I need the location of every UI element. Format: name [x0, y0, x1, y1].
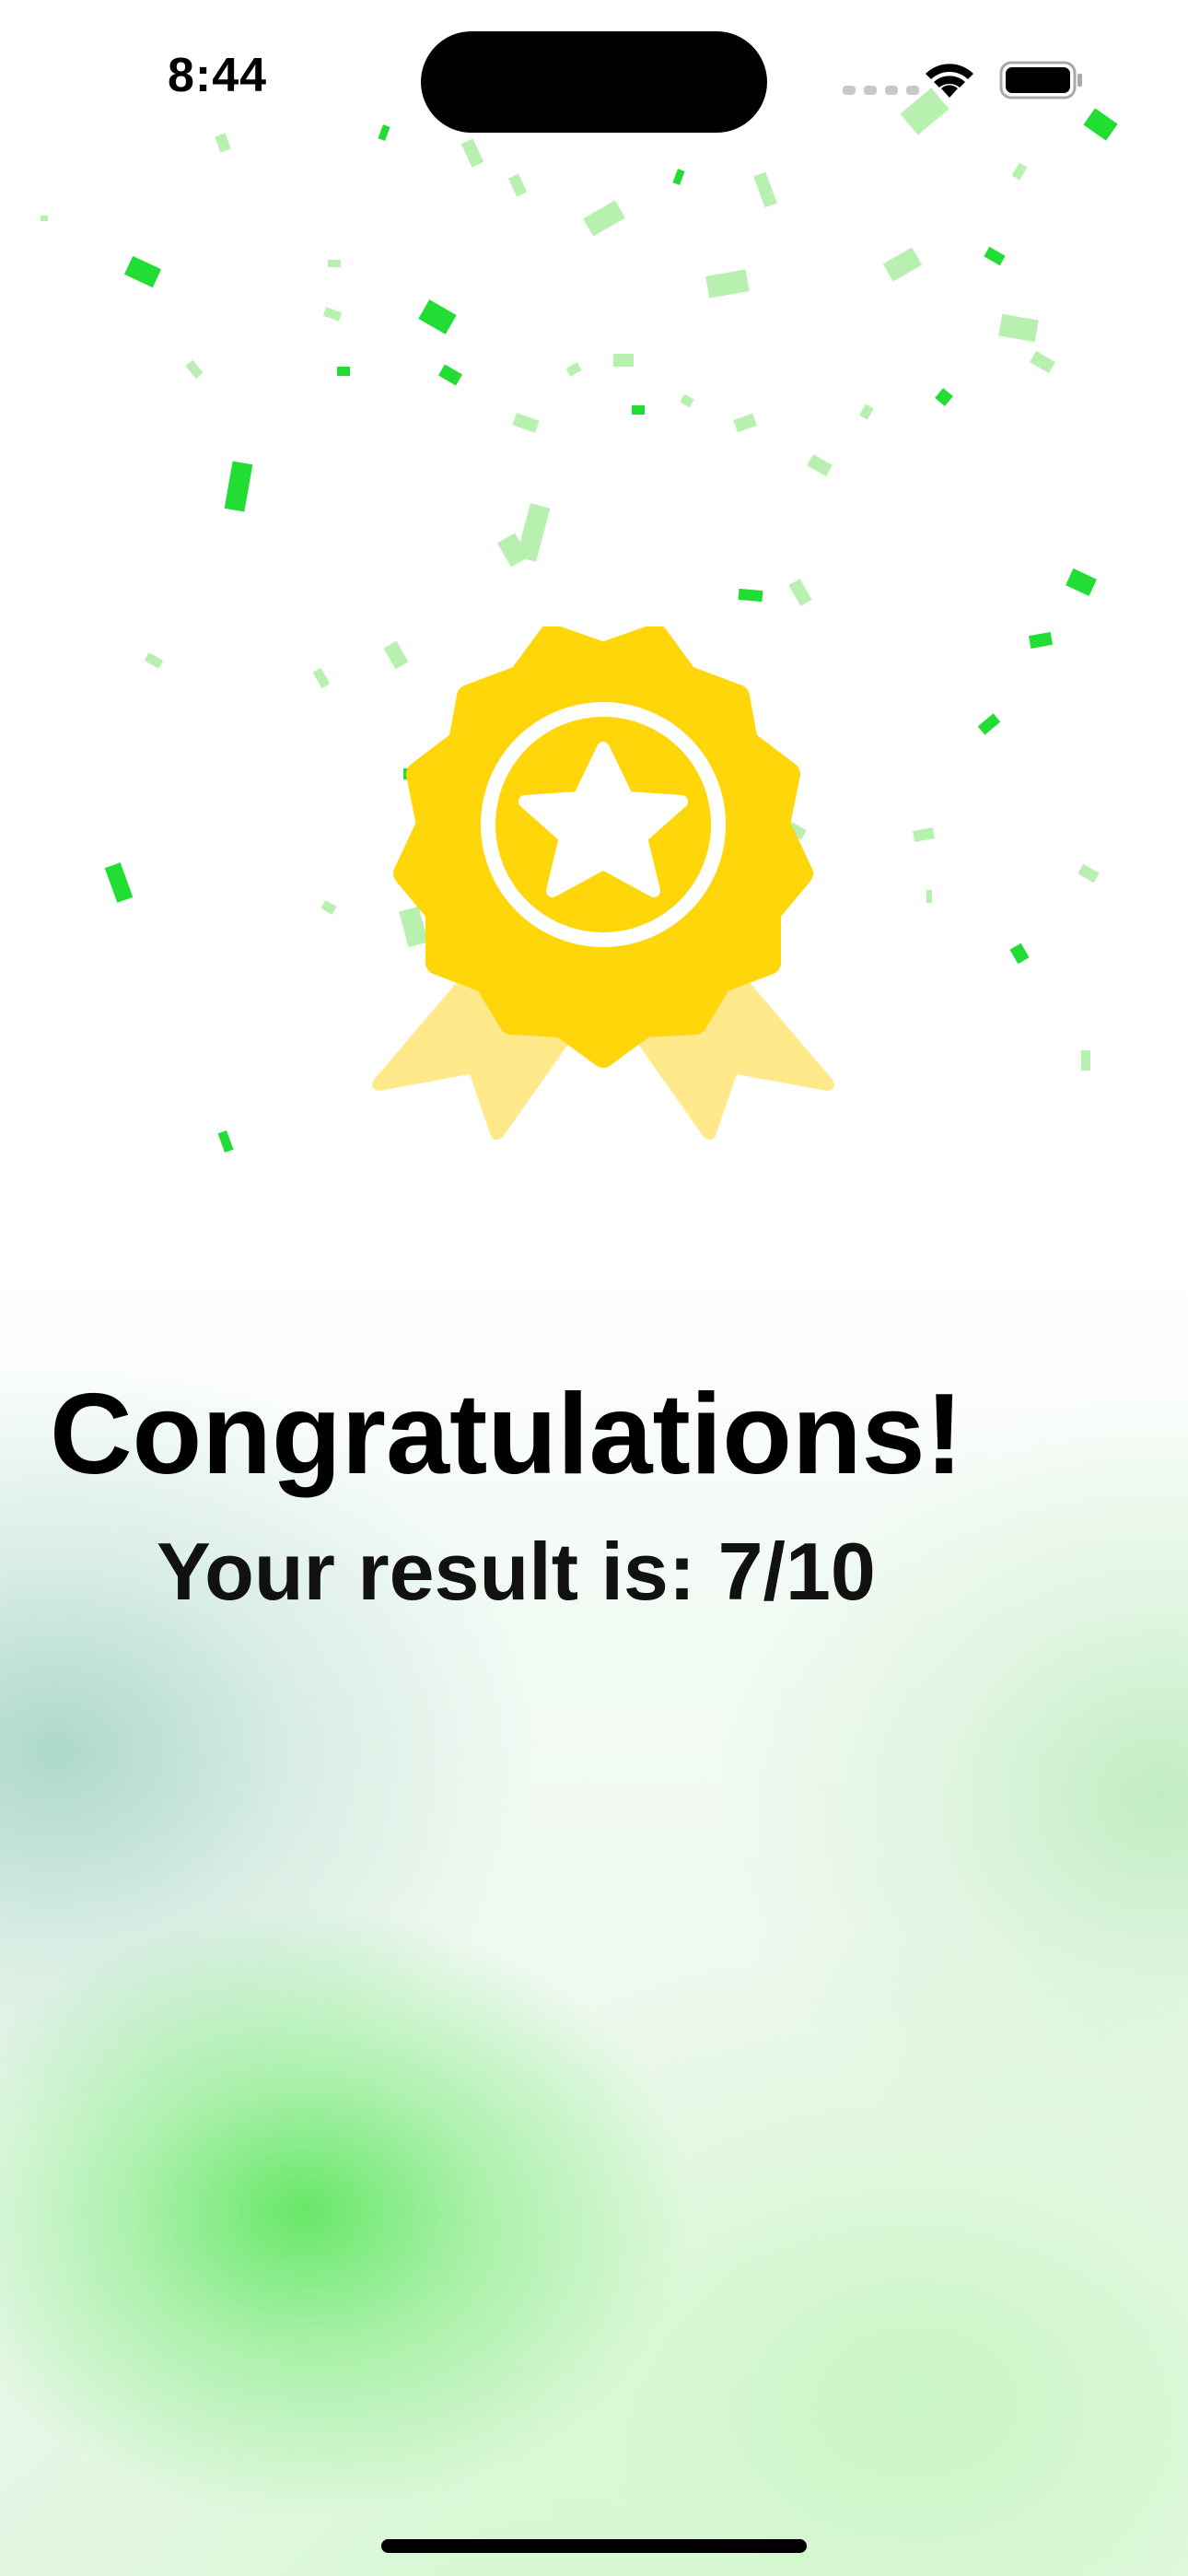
result-score-text: Your result is: 7/10	[157, 1526, 876, 1617]
congratulations-title: Congratulations!	[50, 1371, 963, 1498]
quiz-result-screen: 8:44 Congratulations! Your result is: 7/…	[0, 0, 1188, 2576]
home-indicator[interactable]	[381, 2539, 807, 2553]
award-ribbon-star-icon	[372, 626, 834, 1141]
